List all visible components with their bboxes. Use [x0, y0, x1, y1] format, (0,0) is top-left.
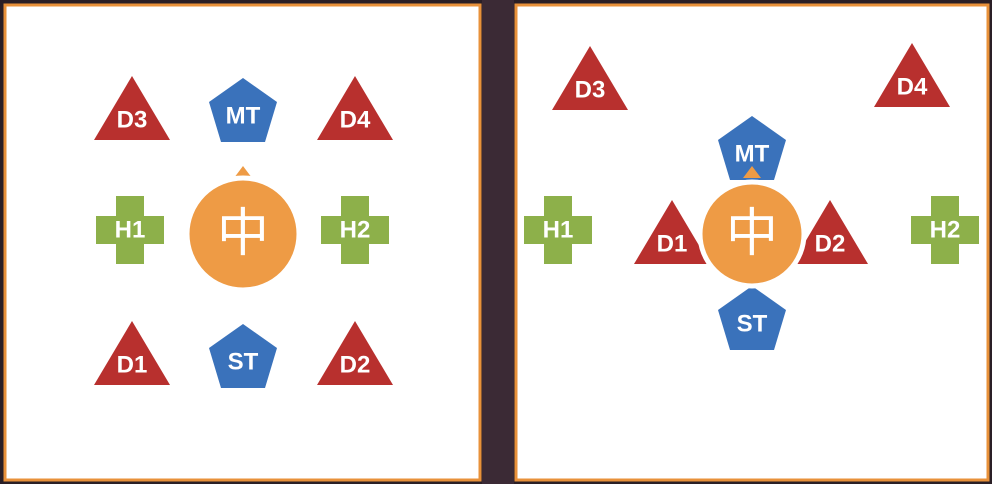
svg-text:H1: H1	[115, 217, 146, 244]
svg-text:D2: D2	[815, 231, 846, 258]
svg-text:中: 中	[726, 204, 778, 264]
right-panel: D3 D4 H1 H2 MT ST D1 D2 中	[514, 3, 990, 482]
svg-text:H2: H2	[930, 217, 961, 244]
svg-text:H2: H2	[340, 217, 371, 244]
svg-text:D3: D3	[117, 107, 148, 134]
svg-text:中: 中	[217, 204, 269, 264]
svg-text:D1: D1	[117, 352, 148, 379]
svg-text:ST: ST	[228, 349, 259, 376]
diagram: D3 MT D4 H1 H2 D1 ST D2 中 D3 D4 H1 H2 MT…	[3, 0, 990, 484]
svg-text:D1: D1	[657, 231, 688, 258]
svg-text:H1: H1	[543, 217, 574, 244]
svg-text:ST: ST	[737, 311, 768, 338]
left-panel: D3 MT D4 H1 H2 D1 ST D2 中	[3, 3, 482, 482]
svg-text:D4: D4	[340, 107, 371, 134]
svg-text:MT: MT	[735, 141, 770, 168]
svg-text:D4: D4	[897, 74, 928, 101]
svg-text:D2: D2	[340, 352, 371, 379]
svg-text:D3: D3	[575, 77, 606, 104]
svg-text:MT: MT	[226, 103, 261, 130]
